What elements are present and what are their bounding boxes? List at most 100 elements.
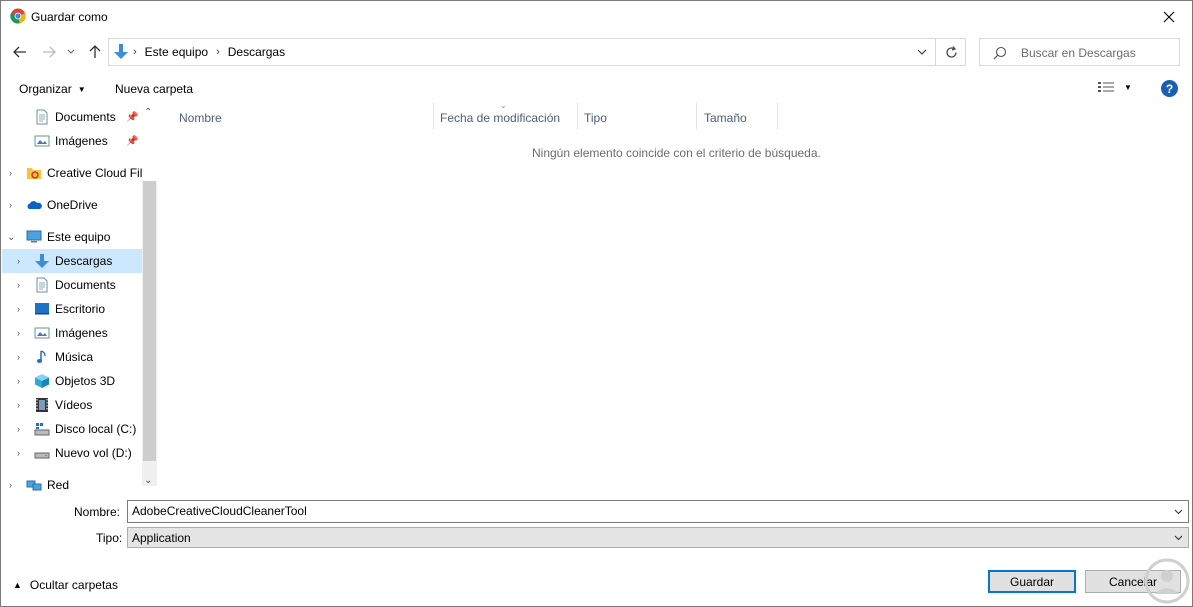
nav-item-documents[interactable]: › Documents bbox=[1, 273, 142, 297]
onedrive-icon bbox=[27, 201, 42, 209]
filename-field[interactable]: AdobeCreativeCloudCleanerTool bbox=[127, 500, 1189, 523]
breadcrumb-item[interactable]: Descargas bbox=[228, 45, 285, 59]
scroll-down-arrow[interactable]: ⌄ bbox=[144, 475, 152, 486]
nav-item-desktop[interactable]: › Escritorio bbox=[1, 297, 142, 321]
chevron-right-icon[interactable]: › bbox=[17, 400, 20, 410]
search-input[interactable]: Buscar en Descargas bbox=[979, 38, 1180, 66]
pin-icon[interactable]: 📌 bbox=[126, 112, 138, 123]
chevron-right-icon[interactable]: › bbox=[9, 480, 12, 490]
scrollbar-thumb[interactable] bbox=[143, 181, 156, 461]
drive-icon bbox=[34, 423, 50, 436]
chevron-down-icon[interactable]: ⌄ bbox=[7, 232, 15, 243]
chevron-right-icon[interactable]: › bbox=[17, 304, 20, 314]
chevron-right-icon[interactable]: › bbox=[17, 376, 20, 386]
chevron-down-icon bbox=[1174, 535, 1183, 540]
new-folder-button[interactable]: Nueva carpeta bbox=[115, 82, 193, 96]
close-icon bbox=[1163, 11, 1175, 22]
chevron-right-icon[interactable]: › bbox=[17, 424, 20, 434]
chevron-down-icon bbox=[1174, 509, 1183, 514]
nav-item-creative-cloud[interactable]: › Creative Cloud Fil bbox=[1, 161, 142, 185]
file-type-dropdown-button[interactable] bbox=[1169, 528, 1188, 547]
document-icon bbox=[36, 109, 48, 125]
back-button[interactable] bbox=[10, 42, 30, 62]
forward-button[interactable] bbox=[39, 42, 59, 62]
caret-down-icon: ▼ bbox=[77, 84, 86, 94]
music-icon bbox=[37, 350, 46, 363]
document-icon bbox=[36, 277, 48, 293]
hide-folders-label: Ocultar carpetas bbox=[29, 578, 118, 592]
nav-item-images[interactable]: › Imágenes bbox=[1, 321, 142, 345]
empty-folder-message: Ningún elemento coincide con el criterio… bbox=[532, 146, 821, 160]
new-folder-label: Nueva carpeta bbox=[115, 82, 194, 96]
column-header-type[interactable]: Tipo bbox=[584, 111, 607, 125]
type-label: Tipo: bbox=[96, 531, 123, 545]
network-icon bbox=[26, 480, 42, 491]
search-placeholder: Buscar en Descargas bbox=[1021, 46, 1136, 60]
pictures-icon bbox=[34, 327, 50, 339]
chevron-right-icon[interactable]: › bbox=[17, 256, 20, 266]
name-label: Nombre: bbox=[74, 505, 121, 519]
nav-item-videos[interactable]: › Vídeos bbox=[1, 393, 142, 417]
file-type-select[interactable]: Application bbox=[127, 527, 1189, 548]
chrome-icon bbox=[10, 8, 26, 24]
navigation-pane: Documents 📌 Imágenes 📌 › Creative Cloud … bbox=[1, 103, 157, 496]
nav-item-onedrive[interactable]: › OneDrive bbox=[1, 193, 142, 217]
filename-dropdown-button[interactable] bbox=[1169, 501, 1188, 522]
chevron-right-icon[interactable]: › bbox=[9, 200, 12, 210]
nav-item-this-pc[interactable]: ⌄ Este equipo bbox=[1, 225, 142, 249]
chevron-right-icon[interactable]: › bbox=[17, 448, 20, 458]
search-icon bbox=[993, 46, 1007, 60]
breadcrumb: › Este equipo › Descargas bbox=[133, 45, 286, 59]
window-title: Guardar como bbox=[31, 10, 108, 24]
pin-icon[interactable]: 📌 bbox=[126, 136, 138, 147]
nav-item-disk-d[interactable]: › Nuevo vol (D:) bbox=[1, 441, 142, 465]
chevron-down-icon bbox=[67, 49, 75, 54]
arrow-left-icon bbox=[13, 46, 26, 58]
breadcrumb-item[interactable]: Este equipo bbox=[145, 45, 208, 59]
computer-icon bbox=[26, 230, 42, 243]
arrow-right-icon bbox=[43, 46, 56, 58]
up-button[interactable] bbox=[85, 42, 105, 62]
column-header-modified[interactable]: Fecha de modificación bbox=[440, 111, 560, 125]
drive-icon bbox=[34, 452, 50, 459]
column-header-name[interactable]: Nombre bbox=[179, 111, 222, 125]
change-view-button[interactable]: ▼ bbox=[1098, 81, 1132, 93]
chevron-right-icon[interactable]: › bbox=[17, 352, 20, 362]
details-view-icon bbox=[1098, 82, 1114, 92]
refresh-icon bbox=[945, 45, 957, 58]
chevron-right-icon[interactable]: › bbox=[17, 280, 20, 290]
nav-item-music[interactable]: › Música bbox=[1, 345, 142, 369]
arrow-up-icon bbox=[89, 45, 101, 58]
nav-item-3d-objects[interactable]: › Objetos 3D bbox=[1, 369, 142, 393]
hide-folders-button[interactable]: ▲ Ocultar carpetas bbox=[13, 578, 118, 592]
nav-item-documents-pinned[interactable]: Documents 📌 bbox=[1, 105, 142, 129]
nav-item-images-pinned[interactable]: Imágenes 📌 bbox=[1, 129, 142, 153]
downloads-icon bbox=[114, 44, 128, 59]
3d-objects-icon bbox=[35, 374, 49, 388]
videos-icon bbox=[36, 398, 48, 412]
caret-down-icon: ▼ bbox=[1124, 82, 1132, 92]
column-header-size[interactable]: Tamaño bbox=[704, 111, 747, 125]
nav-item-network[interactable]: › Red bbox=[1, 473, 142, 497]
address-bar[interactable]: › Este equipo › Descargas bbox=[108, 38, 966, 66]
chevron-down-icon bbox=[917, 49, 927, 55]
address-dropdown-button[interactable] bbox=[908, 39, 936, 65]
save-button[interactable]: Guardar bbox=[988, 570, 1076, 593]
organize-menu[interactable]: Organizar ▼ bbox=[19, 82, 86, 96]
title-bar: Guardar como bbox=[1, 1, 1192, 32]
chevron-right-icon[interactable]: › bbox=[17, 328, 20, 338]
recent-locations-button[interactable] bbox=[64, 42, 78, 62]
close-button[interactable] bbox=[1146, 1, 1192, 32]
downloads-icon bbox=[35, 254, 49, 268]
nav-item-disk-c[interactable]: › Disco local (C:) bbox=[1, 417, 142, 441]
pictures-icon bbox=[34, 135, 50, 147]
nav-item-downloads[interactable]: › Descargas bbox=[2, 249, 142, 273]
scroll-up-arrow[interactable]: ⌃ bbox=[144, 107, 152, 118]
sort-indicator-icon: ⌄ bbox=[500, 101, 507, 110]
caret-up-icon: ▲ bbox=[13, 580, 22, 590]
organize-label: Organizar bbox=[19, 82, 72, 96]
refresh-button[interactable] bbox=[936, 39, 966, 65]
creative-cloud-icon bbox=[27, 168, 41, 179]
help-icon[interactable]: ? bbox=[1161, 80, 1178, 97]
chevron-right-icon[interactable]: › bbox=[9, 168, 12, 178]
